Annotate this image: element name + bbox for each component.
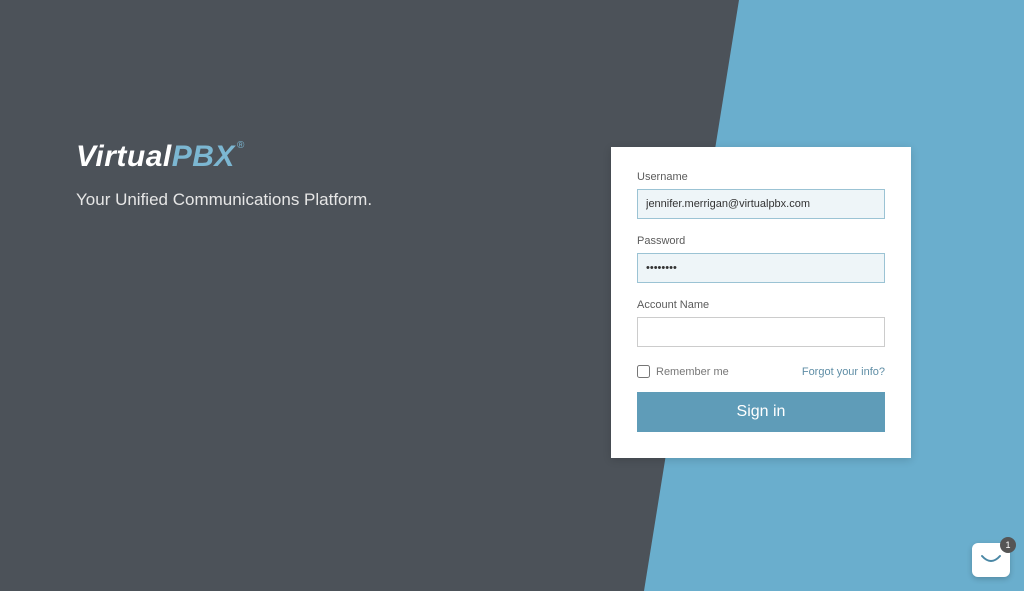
logo: VirtualPBX® xyxy=(76,140,245,174)
account-name-label: Account Name xyxy=(637,299,885,311)
logo-text-pbx: PBX xyxy=(172,140,235,173)
password-label: Password xyxy=(637,235,885,247)
username-label: Username xyxy=(637,171,885,183)
chat-badge-count: 1 xyxy=(1005,540,1010,550)
brand-block: VirtualPBX® Your Unified Communications … xyxy=(76,140,372,210)
account-name-input[interactable] xyxy=(637,317,885,347)
remember-me-label: Remember me xyxy=(656,366,729,378)
logo-registered-mark: ® xyxy=(237,140,245,151)
chat-badge: 1 xyxy=(1000,537,1016,553)
chat-widget[interactable]: 1 xyxy=(972,543,1010,577)
remember-me-checkbox[interactable] xyxy=(637,365,650,378)
chat-smile-icon xyxy=(980,552,1002,568)
logo-text-virtual: Virtual xyxy=(76,140,172,173)
login-page: VirtualPBX® Your Unified Communications … xyxy=(0,0,1024,591)
sign-in-button[interactable]: Sign in xyxy=(637,392,885,432)
options-row: Remember me Forgot your info? xyxy=(637,365,885,378)
forgot-info-link[interactable]: Forgot your info? xyxy=(802,366,885,378)
username-input[interactable] xyxy=(637,189,885,219)
tagline: Your Unified Communications Platform. xyxy=(76,190,372,210)
password-input[interactable] xyxy=(637,253,885,283)
login-card: Username Password Account Name Remember … xyxy=(611,147,911,458)
remember-me[interactable]: Remember me xyxy=(637,365,729,378)
